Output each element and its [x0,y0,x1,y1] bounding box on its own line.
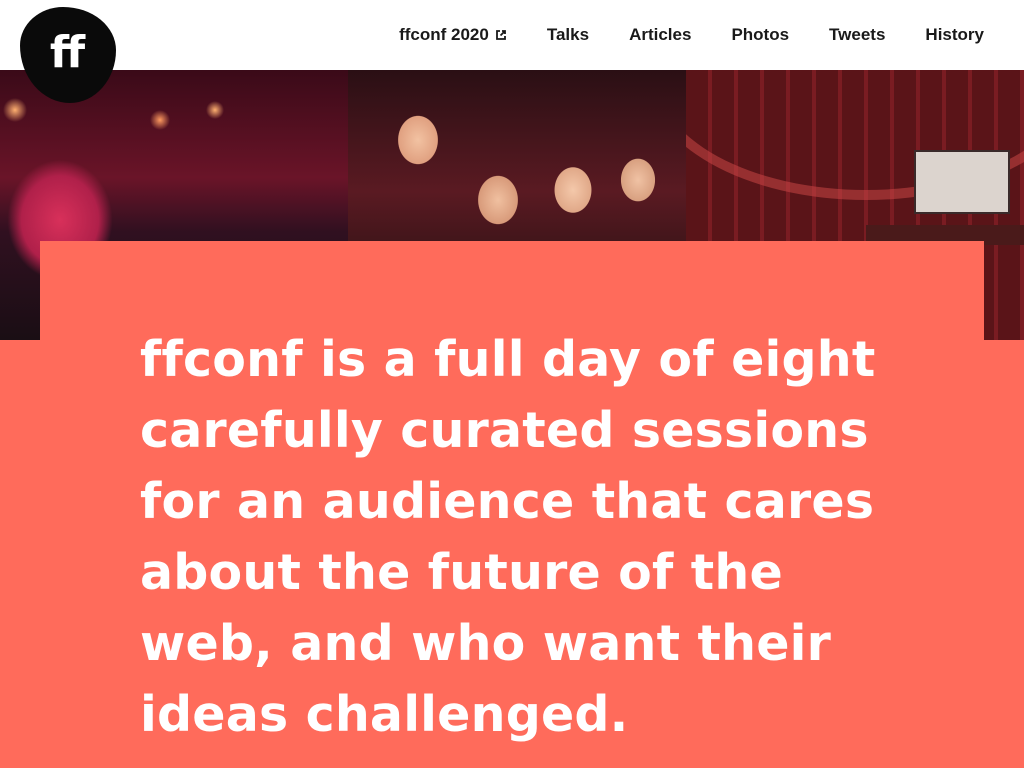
nav-item-talks[interactable]: Talks [547,25,589,45]
nav-item-history[interactable]: History [925,25,984,45]
theatre-screen [914,150,1010,214]
nav-item-label: Photos [731,25,790,44]
site-header: ff ffconf 2020 Talks Articles Photos Twe… [0,0,1024,103]
intro-card: ffconf is a full day of eight carefully … [40,241,984,768]
intro-headline: ffconf is a full day of eight carefully … [140,331,876,743]
nav-item-photos[interactable]: Photos [731,25,789,45]
nav-item-articles[interactable]: Articles [629,25,691,45]
nav-item-ffconf-2020[interactable]: ffconf 2020 [399,25,507,45]
logo-text: ff [49,26,85,78]
nav-item-label: Talks [546,25,590,44]
external-link-icon [495,30,506,40]
nav-item-label: Tweets [829,25,886,44]
nav-item-tweets[interactable]: Tweets [829,25,885,45]
main-nav: ffconf 2020 Talks Articles Photos Tweets… [399,0,984,70]
nav-item-label: ffconf 2020 [399,25,489,44]
nav-item-label: History [925,25,984,44]
nav-item-label: Articles [629,25,692,44]
